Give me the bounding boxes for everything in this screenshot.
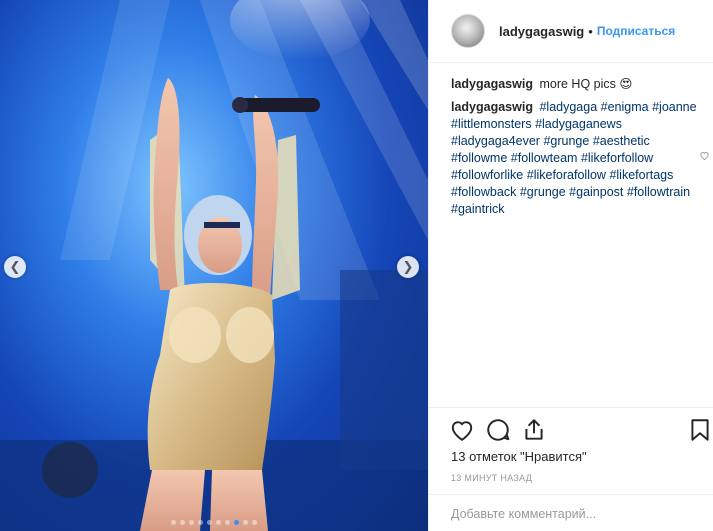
hashtag-link[interactable]: #ladygaga4ever <box>451 134 540 148</box>
chevron-left-icon: ❮ <box>9 259 21 275</box>
carousel-dot <box>180 520 185 525</box>
hashtag-link[interactable]: #aesthetic <box>593 134 650 148</box>
like-heart-icon[interactable] <box>449 417 475 443</box>
carousel-dot <box>225 520 230 525</box>
caption: ladygagaswig more HQ pics 😍 <box>451 76 701 93</box>
follow-button[interactable]: Подписаться <box>597 24 675 38</box>
bookmark-icon[interactable] <box>687 417 713 443</box>
comment-username[interactable]: ladygagaswig <box>451 100 533 114</box>
header-separator: • <box>588 23 593 39</box>
hashtag-link[interactable]: #followteam <box>511 151 578 165</box>
hashtag-link[interactable]: #likeforfollow <box>581 151 653 165</box>
carousel-dot <box>189 520 194 525</box>
likes-count[interactable]: 13 отметок "Нравится" <box>451 449 587 464</box>
hashtag-link[interactable]: #gainpost <box>569 185 623 199</box>
concert-performer-photo <box>0 0 428 531</box>
hashtag-link[interactable]: #littlemonsters <box>451 117 532 131</box>
carousel-dot <box>252 520 257 525</box>
hashtag-list: #ladygaga #enigma #joanne #littlemonster… <box>451 100 697 216</box>
carousel-dot <box>171 520 176 525</box>
hashtag-link[interactable]: #likeforafollow <box>527 168 606 182</box>
comment-icon[interactable] <box>485 417 511 443</box>
post-header: ladygagaswig • Подписаться <box>429 0 713 63</box>
caption-username[interactable]: ladygagaswig <box>451 77 533 91</box>
hashtag-link[interactable]: #followme <box>451 151 507 165</box>
carousel-dot <box>207 520 212 525</box>
avatar[interactable] <box>451 14 485 48</box>
post-photo[interactable]: ❮ ❯ <box>0 0 428 531</box>
hashtag-link[interactable]: #grunge <box>543 134 589 148</box>
hashtag-link[interactable]: #joanne <box>652 100 697 114</box>
next-slide-button[interactable]: ❯ <box>397 256 419 278</box>
carousel-dot <box>198 520 203 525</box>
hashtag-comment: ladygagaswig #ladygaga #enigma #joanne #… <box>451 99 701 218</box>
comment-like-heart-icon[interactable] <box>699 150 710 161</box>
share-icon[interactable] <box>521 417 547 443</box>
carousel-dot <box>216 520 221 525</box>
hashtag-link[interactable]: #followback <box>451 185 516 199</box>
chevron-right-icon: ❯ <box>402 259 414 275</box>
hashtag-link[interactable]: #ladygaga <box>539 100 597 114</box>
prev-slide-button[interactable]: ❮ <box>4 256 26 278</box>
hashtag-link[interactable]: #enigma <box>601 100 649 114</box>
comments-list: ladygagaswig more HQ pics 😍 ladygagaswig… <box>451 76 701 224</box>
header-username[interactable]: ladygagaswig <box>499 24 584 39</box>
hashtag-link[interactable]: #followforlike <box>451 168 523 182</box>
post-actions <box>429 407 713 449</box>
carousel-indicators <box>0 520 428 525</box>
hashtag-link[interactable]: #grunge <box>520 185 566 199</box>
comment-input[interactable] <box>451 507 701 521</box>
hashtag-link[interactable]: #gaintrick <box>451 202 505 216</box>
caption-text: more HQ pics 😍 <box>539 77 633 91</box>
add-comment-area <box>429 494 713 531</box>
hashtag-link[interactable]: #followtrain <box>627 185 690 199</box>
hashtag-link[interactable]: #likefortags <box>609 168 673 182</box>
post-sidebar: ladygagaswig • Подписаться ladygagaswig … <box>428 0 713 531</box>
hashtag-link[interactable]: #ladygaganews <box>535 117 622 131</box>
post-timestamp: 13 МИНУТ НАЗАД <box>451 473 533 483</box>
carousel-dot <box>243 520 248 525</box>
carousel-dot <box>234 520 239 525</box>
